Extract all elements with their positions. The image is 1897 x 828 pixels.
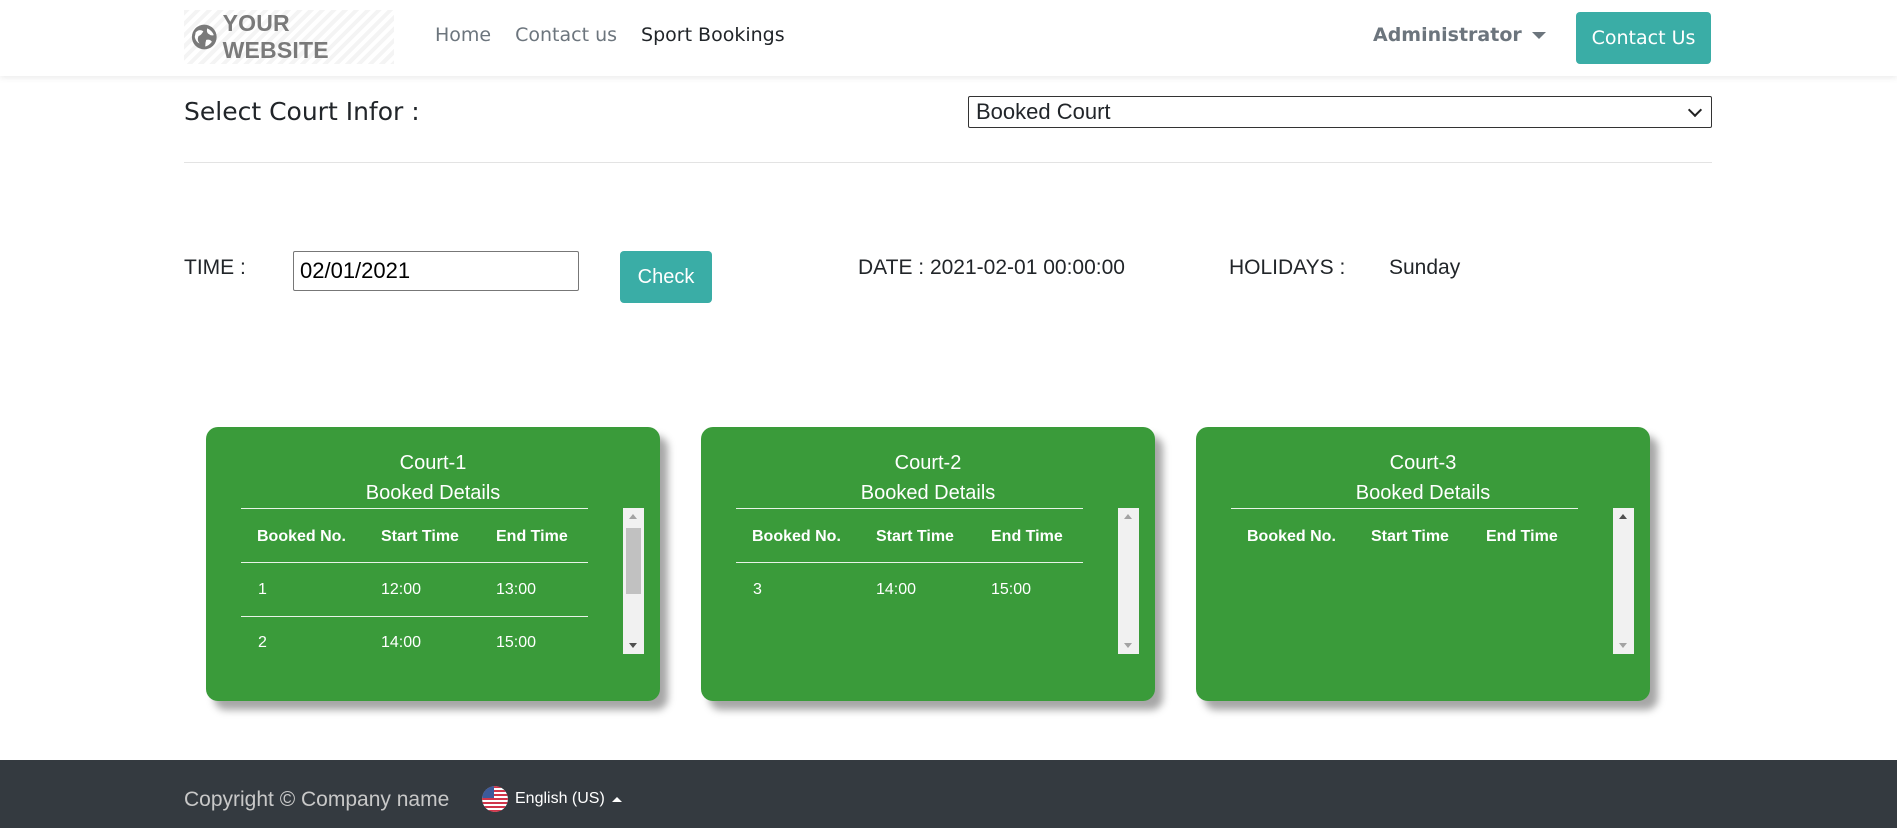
language-label: English (US) [515, 790, 605, 807]
table-header: Booked No. [1247, 528, 1336, 545]
nav-sport-bookings[interactable]: Sport Bookings [641, 24, 785, 46]
table-header: End Time [496, 528, 568, 545]
holidays-label: HOLIDAYS : [1229, 256, 1346, 279]
table-cell: 2 [258, 634, 267, 651]
table-scrollbar[interactable] [623, 508, 644, 654]
table-cell: 15:00 [496, 634, 537, 651]
holidays-value: Sunday [1389, 256, 1461, 279]
court-name: Court-2 [894, 452, 962, 474]
top-navbar: YOUR WEBSITE Home Contact us Sport Booki… [0, 0, 1897, 76]
table-header: Booked No. [257, 528, 346, 545]
date-display: DATE : 2021-02-01 00:00:00 [858, 256, 1125, 279]
court-card-2: Court-2 Booked Details Booked No. Start … [701, 427, 1155, 701]
court-card-3: Court-3 Booked Details Booked No. Start … [1196, 427, 1650, 701]
divider [184, 162, 1712, 163]
court-name: Court-3 [1389, 452, 1457, 474]
table-cell: 14:00 [381, 634, 422, 651]
globe-icon [191, 24, 217, 50]
court-subtitle: Booked Details [860, 482, 996, 504]
scroll-thumb[interactable] [626, 528, 641, 594]
court-card-1: Court-1 Booked Details Booked No. Start … [206, 427, 660, 701]
nav-contact-us[interactable]: Contact us [515, 24, 617, 46]
chevron-down-icon [1687, 102, 1703, 117]
table-cell: 13:00 [496, 581, 537, 598]
table-rule [241, 616, 588, 617]
table-rule [241, 508, 588, 509]
table-header: Start Time [381, 528, 459, 545]
court-subtitle: Booked Details [1355, 482, 1491, 504]
us-flag-icon [482, 786, 508, 812]
date-input[interactable] [293, 251, 579, 291]
table-cell: 3 [753, 581, 762, 598]
caret-up-icon [611, 796, 622, 802]
court-select-value: Booked Court [976, 99, 1111, 124]
user-menu[interactable]: Administrator [1373, 24, 1546, 46]
table-header: Booked No. [752, 528, 841, 545]
court-select[interactable]: Booked Court [968, 96, 1712, 128]
table-rule [736, 562, 1083, 563]
main-nav: Home Contact us Sport Bookings [435, 24, 809, 46]
scroll-down-arrow-icon[interactable] [629, 643, 637, 648]
scroll-up-arrow-icon[interactable] [629, 514, 637, 519]
table-cell: 12:00 [381, 581, 422, 598]
court-name: Court-1 [399, 452, 467, 474]
caret-down-icon [1531, 31, 1546, 39]
contact-us-button[interactable]: Contact Us [1576, 12, 1711, 64]
court-select-label: Select Court Infor : [184, 97, 420, 126]
copyright-text: Copyright © Company name [184, 788, 450, 811]
user-menu-label: Administrator [1373, 24, 1522, 46]
logo-text: YOUR WEBSITE [222, 10, 329, 63]
table-scrollbar[interactable] [1613, 508, 1634, 654]
table-header: End Time [1486, 528, 1558, 545]
scroll-down-arrow-icon[interactable] [1124, 643, 1132, 648]
scroll-up-arrow-icon[interactable] [1124, 514, 1132, 519]
site-logo[interactable]: YOUR WEBSITE [184, 10, 394, 64]
table-header: Start Time [876, 528, 954, 545]
table-rule [736, 508, 1083, 509]
court-subtitle: Booked Details [365, 482, 501, 504]
scroll-down-arrow-icon[interactable] [1619, 643, 1627, 648]
check-button[interactable]: Check [620, 251, 712, 303]
language-selector[interactable]: English (US) [482, 786, 622, 812]
scroll-up-arrow-icon[interactable] [1619, 514, 1627, 519]
nav-home[interactable]: Home [435, 24, 491, 46]
table-cell: 15:00 [991, 581, 1032, 598]
table-rule [241, 562, 588, 563]
table-scrollbar[interactable] [1118, 508, 1139, 654]
table-rule [1231, 508, 1578, 509]
table-header: End Time [991, 528, 1063, 545]
table-cell: 1 [258, 581, 267, 598]
time-label: TIME : [184, 256, 246, 279]
table-cell: 14:00 [876, 581, 917, 598]
table-header: Start Time [1371, 528, 1449, 545]
